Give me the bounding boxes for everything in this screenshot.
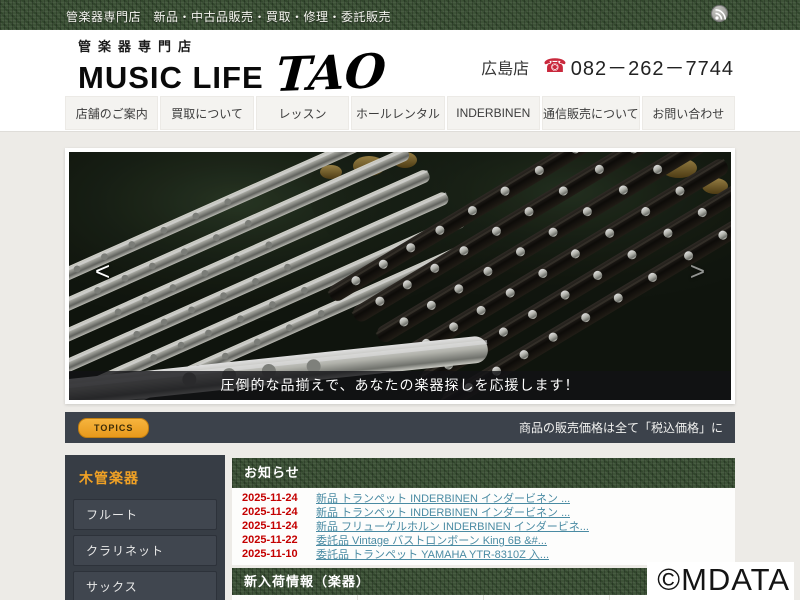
logo-tao-script: TAO bbox=[274, 53, 386, 95]
news-list: 2025-11-24 新品 トランペット INDERBINEN インダービネン … bbox=[232, 488, 735, 565]
news-row: 2025-11-22 委託品 Vintage バストロンボーン King 6B … bbox=[232, 533, 735, 547]
sidebar-item-clarinet[interactable]: クラリネット bbox=[73, 535, 217, 566]
sidebar-woodwind-menu: 木管楽器 フルート クラリネット サックス その他木管楽器 bbox=[65, 455, 225, 600]
site-logo[interactable]: 管楽器専門店 MUSIC LIFE TAO bbox=[78, 36, 385, 93]
nav-item-inderbinen[interactable]: INDERBINEN bbox=[447, 96, 540, 130]
branch-name: 広島店 bbox=[481, 55, 529, 79]
nav-item-mail-order[interactable]: 通信販売について bbox=[542, 96, 640, 130]
sidebar-title: 木管楽器 bbox=[65, 455, 225, 494]
nav-item-buyback[interactable]: 買取について bbox=[160, 96, 253, 130]
hero-image bbox=[69, 152, 731, 400]
news-row: 2025-11-10 委託品 トランペット YAMAHA YTR-8310Z 入… bbox=[232, 547, 735, 561]
news-link[interactable]: 委託品 トランペット YAMAHA YTR-8310Z 入... bbox=[316, 546, 549, 562]
site-header: 管楽器専門店 MUSIC LIFE TAO 広島店 ☎ 082－262－7744 bbox=[0, 30, 800, 94]
phone-icon: ☎ bbox=[543, 57, 567, 76]
phone-number: 082－262－7744 bbox=[571, 52, 734, 81]
news-row: 2025-11-24 新品 フリューゲルホルン INDERBINEN インダービ… bbox=[232, 519, 735, 533]
nav-item-lessons[interactable]: レッスン bbox=[256, 96, 349, 130]
news-row: 2025-11-24 新品 トランペット INDERBINEN インダービネン … bbox=[232, 491, 735, 505]
slider-next-arrow-icon[interactable]: > bbox=[690, 258, 705, 284]
nav-item-store-guide[interactable]: 店舗のご案内 bbox=[65, 96, 158, 130]
sidebar-item-sax[interactable]: サックス bbox=[73, 571, 217, 600]
news-date: 2025-11-24 bbox=[242, 492, 308, 504]
sidebar-item-flute[interactable]: フルート bbox=[73, 499, 217, 530]
topics-bar: TOPICS 商品の販売価格は全て「税込価格」に bbox=[65, 412, 735, 443]
nav-item-contact[interactable]: お問い合わせ bbox=[642, 96, 735, 130]
news-date: 2025-11-24 bbox=[242, 506, 308, 518]
logo-brand-text: MUSIC LIFE bbox=[78, 62, 264, 93]
news-header: お知らせ bbox=[232, 458, 735, 488]
hero-slider: 圧倒的な品揃えで、あなたの楽器探しを応援します！ < > bbox=[65, 148, 735, 404]
topics-badge: TOPICS bbox=[78, 418, 149, 438]
top-tagline: 管楽器専門店 新品・中古品販売・買取・修理・委託販売 bbox=[66, 8, 391, 25]
main-navigation: 店舗のご案内 買取について レッスン ホールレンタル INDERBINEN 通信… bbox=[0, 94, 800, 132]
news-row: 2025-11-24 新品 トランペット INDERBINEN インダービネン … bbox=[232, 505, 735, 519]
header-contact: 広島店 ☎ 082－262－7744 bbox=[481, 52, 734, 81]
nav-item-hall-rental[interactable]: ホールレンタル bbox=[351, 96, 444, 130]
watermark: ©MDATA bbox=[647, 562, 794, 600]
rss-icon[interactable] bbox=[711, 5, 728, 22]
news-date: 2025-11-10 bbox=[242, 548, 308, 560]
top-bar: 管楽器専門店 新品・中古品販売・買取・修理・委託販売 bbox=[0, 0, 800, 30]
topics-ticker-text[interactable]: 商品の販売価格は全て「税込価格」に bbox=[519, 419, 723, 436]
news-date: 2025-11-24 bbox=[242, 520, 308, 532]
slider-prev-arrow-icon[interactable]: < bbox=[95, 258, 110, 284]
news-date: 2025-11-22 bbox=[242, 534, 308, 546]
hero-caption: 圧倒的な品揃えで、あなたの楽器探しを応援します！ bbox=[69, 371, 731, 400]
